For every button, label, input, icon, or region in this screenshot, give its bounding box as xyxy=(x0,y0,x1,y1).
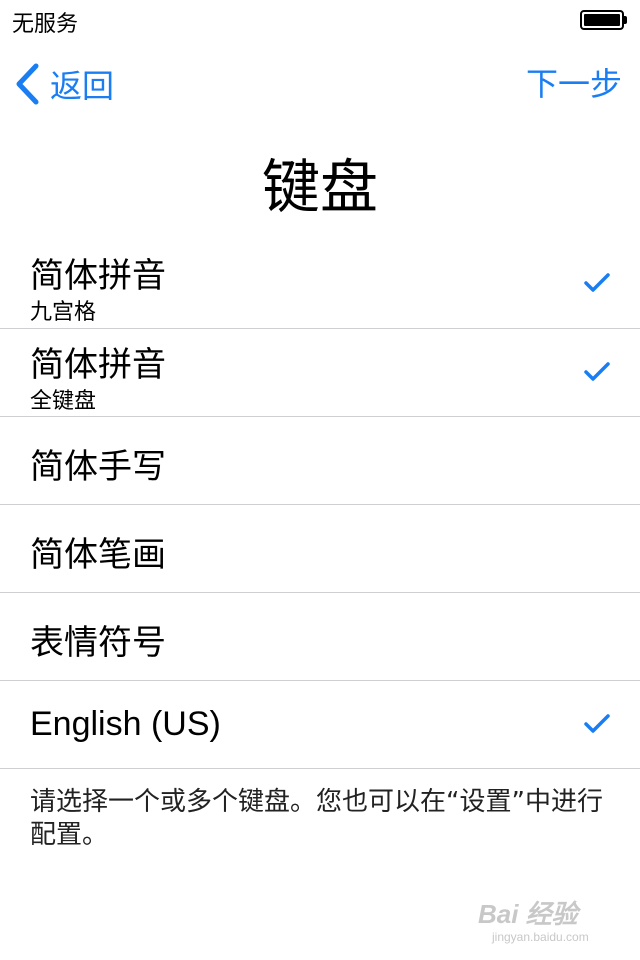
keyboard-label: 简体笔画 xyxy=(30,535,166,575)
checkmark-icon xyxy=(584,272,610,298)
keyboard-label: English (US) xyxy=(30,705,221,743)
keyboard-row-pinyin-qwerty[interactable]: 简体拼音 全键盘 xyxy=(0,328,640,416)
checkmark-icon xyxy=(584,361,610,387)
page-title: 键盘 xyxy=(261,153,378,221)
navigation-bar: 返回 下一步 xyxy=(0,40,640,128)
watermark: Bai 经验 jingyan.baidu.com xyxy=(478,890,628,950)
keyboard-row-pinyin-9key[interactable]: 简体拼音 九宫格 xyxy=(0,240,640,328)
checkmark-icon xyxy=(584,713,610,739)
keyboard-sublabel: 全键盘 xyxy=(30,389,97,414)
keyboard-row-stroke[interactable]: 简体笔画 xyxy=(0,504,640,592)
back-label: 返回 xyxy=(50,67,115,105)
keyboard-label: 简体手写 xyxy=(30,447,166,487)
carrier-label: 无服务 xyxy=(12,12,79,37)
list-bottom-separator xyxy=(0,768,640,769)
back-button[interactable]: 返回 xyxy=(14,62,114,106)
keyboard-label: 简体拼音 xyxy=(30,256,166,296)
battery-icon xyxy=(580,10,624,30)
keyboard-row-english-us[interactable]: English (US) xyxy=(0,680,640,768)
battery-nub xyxy=(624,16,627,24)
keyboard-row-emoji[interactable]: 表情符号 xyxy=(0,592,640,680)
next-button[interactable]: 下一步 xyxy=(526,62,622,106)
watermark-logo: Bai 经验 xyxy=(478,899,578,929)
status-bar: 无服务 xyxy=(0,0,640,40)
keyboard-label: 简体拼音 xyxy=(30,345,166,385)
watermark-url: jingyan.baidu.com xyxy=(492,930,589,944)
keyboard-list: 简体拼音 九宫格 简体拼音 全键盘 简体手写 简体笔画 表情符号 English… xyxy=(0,240,640,768)
chevron-left-icon xyxy=(14,63,40,105)
keyboard-row-handwriting[interactable]: 简体手写 xyxy=(0,416,640,504)
keyboard-sublabel: 九宫格 xyxy=(30,300,97,325)
footnote-text: 请选择一个或多个键盘。您也可以在“设置”中进行配置。 xyxy=(30,787,603,850)
keyboard-label: 表情符号 xyxy=(30,623,166,663)
